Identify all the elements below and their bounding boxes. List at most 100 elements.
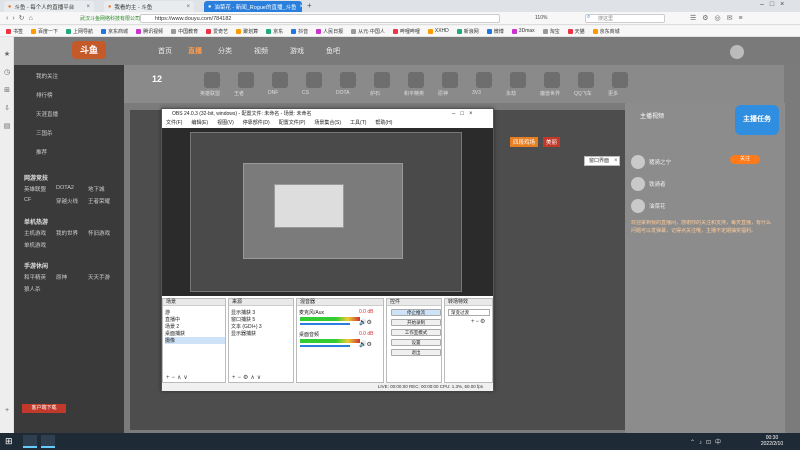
- tab-douyu-home[interactable]: ● 斗鱼 - 每个人的直播平台 ×: [4, 1, 94, 12]
- category-icon[interactable]: [612, 72, 628, 88]
- volume-slider[interactable]: [300, 345, 350, 347]
- windows-start-icon[interactable]: ⊞: [5, 436, 13, 447]
- category-label[interactable]: 永劫: [506, 90, 516, 97]
- side-tag-2[interactable]: 美丽: [543, 137, 561, 147]
- scene-item[interactable]: 桌面捕获: [165, 330, 185, 337]
- left-menu-section-title[interactable]: 手游休闲: [24, 261, 48, 270]
- nav-fishbar[interactable]: 鱼吧: [326, 46, 340, 56]
- nav-games[interactable]: 游戏: [290, 46, 304, 56]
- bookmark-item[interactable]: 微博: [486, 28, 504, 35]
- nav-buttons[interactable]: ‹›↻⌂: [6, 14, 37, 22]
- bookmark-item[interactable]: 京东商城: [101, 28, 128, 35]
- left-menu-subitem[interactable]: 狼人杀: [24, 285, 41, 293]
- scene-list-buttons[interactable]: +−∧∨: [166, 374, 190, 381]
- obs-menu-item[interactable]: 配置文件(P): [279, 119, 306, 128]
- left-menu-section-title[interactable]: 网游竞技: [24, 173, 48, 182]
- left-menu-item[interactable]: 天涯直播: [36, 110, 58, 118]
- category-icon[interactable]: [578, 72, 594, 88]
- left-menu-subitem[interactable]: 天天手游: [88, 273, 110, 281]
- bookmark-item[interactable]: 百度一下: [31, 28, 58, 35]
- source-item[interactable]: 显示捕获 3: [231, 309, 255, 316]
- transition-buttons[interactable]: +−⚙: [471, 318, 486, 325]
- bookmark-item[interactable]: 抖音: [291, 28, 308, 35]
- left-menu-item[interactable]: 推荐: [36, 148, 47, 156]
- cart-icon[interactable]: ⊞: [3, 87, 11, 95]
- bookmark-item[interactable]: 上网导航: [66, 28, 93, 35]
- left-menu-subitem[interactable]: 穿越火线: [56, 197, 78, 205]
- category-label[interactable]: 3V3: [472, 90, 481, 96]
- avatar[interactable]: [631, 155, 645, 169]
- obs-menu-item[interactable]: 视图(V): [217, 119, 234, 128]
- star-icon[interactable]: ★: [3, 51, 11, 59]
- category-icon[interactable]: [204, 72, 220, 88]
- category-icon[interactable]: [306, 72, 322, 88]
- taskbar-clock[interactable]: 00:30 2022/2/10: [752, 435, 792, 447]
- left-menu-subitem[interactable]: DOTA2: [56, 185, 74, 191]
- left-menu-subitem[interactable]: 英雄联盟: [24, 185, 46, 193]
- left-menu-subitem[interactable]: 怀旧游戏: [88, 229, 110, 237]
- bookmark-item[interactable]: 新浪网: [456, 28, 479, 35]
- tab-my-follow[interactable]: ● 我看的主 - 斗鱼 ×: [104, 1, 194, 12]
- tray-icons[interactable]: ⌃♪⊡中: [690, 437, 725, 446]
- category-label[interactable]: 炉石: [370, 90, 380, 97]
- volume-slider[interactable]: [300, 323, 350, 325]
- left-menu-item[interactable]: 三国杀: [36, 129, 53, 137]
- taskbar-app-obs[interactable]: [41, 435, 55, 448]
- taskbar-app-browser[interactable]: [23, 435, 37, 448]
- left-menu-subitem[interactable]: 和平精英: [24, 273, 46, 281]
- category-icon[interactable]: [340, 72, 356, 88]
- category-label[interactable]: QQ飞车: [574, 90, 592, 97]
- side-tag-1[interactable]: 四段鸡场: [510, 137, 539, 147]
- obs-menu-item[interactable]: 编辑(E): [191, 119, 208, 128]
- bookmark-item[interactable]: 聚划算: [236, 28, 258, 35]
- search-input[interactable]: 搜这里: [585, 14, 665, 23]
- source-list-buttons[interactable]: +−⚙∧∨: [232, 374, 263, 381]
- category-icon[interactable]: [374, 72, 390, 88]
- left-menu-subitem[interactable]: 地下城: [88, 185, 105, 193]
- bookmark-item[interactable]: 京东商城: [592, 28, 620, 35]
- obs-menu-item[interactable]: 场景集合(S): [314, 119, 341, 128]
- nav-home[interactable]: 首页: [158, 46, 172, 56]
- category-icon[interactable]: [238, 72, 254, 88]
- douyu-logo[interactable]: 斗鱼: [72, 41, 106, 59]
- category-label[interactable]: DOTA: [336, 90, 350, 96]
- category-label[interactable]: 魔兽世界: [540, 90, 560, 97]
- left-menu-item[interactable]: 我的关注: [36, 72, 58, 80]
- add-icon[interactable]: +: [3, 407, 11, 415]
- obs-menu-item[interactable]: 工具(T): [350, 119, 366, 128]
- close-icon[interactable]: ×: [86, 4, 90, 10]
- transition-select[interactable]: 渐变过渡: [448, 309, 490, 316]
- left-menu-section-title[interactable]: 单机热游: [24, 217, 48, 226]
- obs-preview[interactable]: [162, 128, 493, 296]
- scene-item[interactable]: 游: [165, 309, 170, 316]
- bookmark-item[interactable]: 淘宝: [542, 28, 560, 35]
- bookmark-item[interactable]: 腾讯视频: [136, 28, 163, 35]
- toolbar-icons[interactable]: ☰⚙◎✉≡: [690, 14, 749, 22]
- left-menu-subitem[interactable]: 原神: [56, 273, 67, 281]
- category-label[interactable]: 英雄联盟: [200, 90, 220, 97]
- nav-live[interactable]: 直播: [188, 46, 202, 56]
- avatar[interactable]: [631, 177, 645, 191]
- avatar[interactable]: [730, 45, 744, 59]
- bookmark-item[interactable]: 京东: [266, 28, 283, 35]
- left-menu-subitem[interactable]: 王者荣耀: [88, 197, 110, 205]
- left-menu-subitem[interactable]: 主机游戏: [24, 229, 46, 237]
- scene-item[interactable]: 场景 2: [165, 323, 179, 330]
- category-label[interactable]: 和平精英: [404, 90, 424, 97]
- user-name[interactable]: 油菜花: [649, 202, 666, 210]
- obs-window-controls[interactable]: –□×: [452, 109, 477, 119]
- close-icon[interactable]: ×: [186, 4, 190, 10]
- category-icon[interactable]: [476, 72, 492, 88]
- category-label[interactable]: CS: [302, 90, 309, 96]
- url-input[interactable]: https://www.douyu.com/784182: [140, 14, 500, 23]
- studio-mode-button[interactable]: 工作室模式: [391, 329, 441, 336]
- close-icon[interactable]: ×: [300, 4, 302, 10]
- source-item[interactable]: 显示器捕获: [231, 330, 256, 337]
- obs-menu-item[interactable]: 停靠部件(D): [243, 119, 270, 128]
- bookmark-item[interactable]: 从元·中国人: [351, 28, 385, 35]
- category-icon[interactable]: [272, 72, 288, 88]
- clock-icon[interactable]: ◷: [3, 69, 11, 77]
- left-menu-item[interactable]: 排行榜: [36, 91, 53, 99]
- close-icon[interactable]: ×: [614, 157, 618, 166]
- stop-streaming-button[interactable]: 停止推流: [391, 309, 441, 316]
